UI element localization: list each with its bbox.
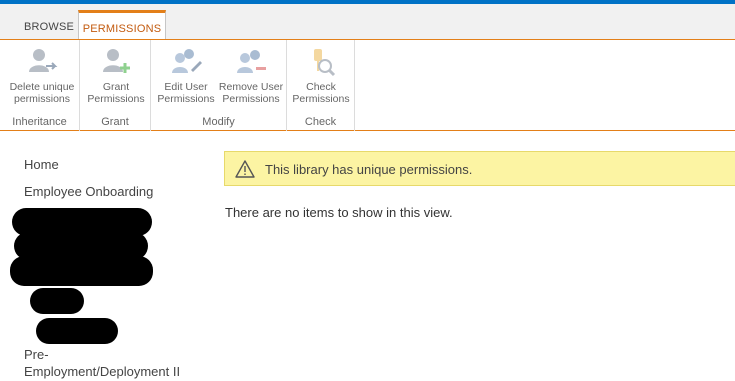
remove-user-label-1: Remove User	[218, 81, 284, 93]
tab-browse[interactable]: BROWSE	[24, 21, 74, 33]
remove-user-icon	[237, 50, 266, 73]
grant-permissions-button[interactable]: Grant Permissions	[85, 46, 147, 105]
redaction-mark	[30, 288, 84, 314]
nav-link-pre-employment[interactable]: Pre- Employment/Deployment II	[24, 346, 180, 380]
group-label-modify: Modify	[202, 116, 235, 128]
check-label-2: Permissions	[292, 92, 350, 105]
nav-link-home[interactable]: Home	[24, 157, 59, 172]
delete-unique-label-2: permissions	[13, 92, 71, 105]
group-check: Check Permissions Check	[287, 40, 355, 131]
edit-user-label-2: Permissions	[157, 92, 215, 105]
grant-label-1: Grant	[102, 81, 130, 93]
group-label-grant: Grant	[101, 116, 129, 128]
group-label-inheritance: Inheritance	[12, 116, 67, 128]
remove-user-permissions-button[interactable]: Remove User Permissions	[215, 46, 287, 105]
group-inheritance: Delete unique permissions Inheritance	[0, 40, 80, 131]
check-label-1: Check	[306, 81, 336, 93]
check-permissions-icon	[314, 49, 336, 77]
delete-unique-label-1: Delete unique	[9, 81, 75, 93]
nav-link-pre-employment-line2: Employment/Deployment II	[24, 364, 181, 379]
grant-label-2: Permissions	[87, 92, 145, 105]
group-grant: Grant Permissions Grant	[80, 40, 151, 131]
edit-user-permissions-button[interactable]: Edit User Permissions	[155, 46, 217, 105]
warning-icon	[235, 160, 255, 178]
redaction-mark	[36, 318, 118, 344]
unique-permissions-notice: This library has unique permissions.	[224, 151, 735, 186]
empty-view-message: There are no items to show in this view.	[225, 205, 453, 220]
group-label-check: Check	[304, 116, 337, 128]
notice-text: This library has unique permissions.	[265, 162, 473, 177]
ribbon: Delete unique permissions Inheritance Gr…	[0, 39, 735, 131]
grant-permissions-icon	[103, 49, 130, 73]
edit-user-icon	[172, 49, 202, 73]
edit-user-label-1: Edit User	[164, 81, 208, 93]
nav-link-pre-employment-line1: Pre-	[24, 347, 49, 362]
delete-unique-permissions-button[interactable]: Delete unique permissions	[4, 46, 80, 105]
group-modify: Edit User Permissions Remove User Permis…	[151, 40, 287, 131]
redaction-mark	[10, 256, 153, 286]
nav-link-employee-onboarding[interactable]: Employee Onboarding	[24, 184, 153, 199]
remove-user-label-2: Permissions	[222, 92, 280, 105]
ribbon-tab-bar: BROWSE PERMISSIONS	[0, 4, 735, 44]
check-permissions-button[interactable]: Check Permissions	[290, 46, 352, 105]
delete-permissions-icon	[29, 49, 58, 72]
left-navigation: Home Employee Onboarding Pre- Employment…	[0, 132, 200, 381]
